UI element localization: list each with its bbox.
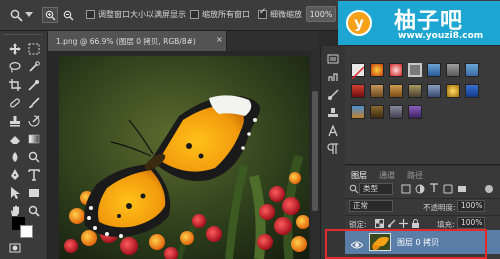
tab-layers[interactable]: 图层	[351, 170, 367, 181]
filter-type-icon[interactable]	[429, 183, 439, 195]
close-icon[interactable]: ×	[216, 35, 223, 44]
document-canvas[interactable]	[59, 56, 309, 259]
style-swatch-18[interactable]	[408, 105, 422, 119]
adjustments-styles-panel	[345, 46, 500, 165]
quick-mask-icon[interactable]	[8, 241, 22, 255]
zoom-in-icon[interactable]	[42, 7, 58, 23]
magnifier-icon[interactable]	[8, 7, 24, 23]
filter-pixel-icon[interactable]	[401, 184, 411, 194]
zoom-100-button[interactable]: 100%	[306, 6, 336, 22]
zoom-all-windows-label: 缩放所有窗口	[202, 10, 250, 19]
toolbox-grip[interactable]	[4, 34, 42, 38]
eyedropper-tool-icon[interactable]	[27, 78, 41, 92]
opacity-label: 不透明度:	[423, 203, 456, 212]
type-tool-icon[interactable]	[27, 168, 41, 182]
background-color-swatch[interactable]	[20, 225, 33, 238]
pen-tool-icon[interactable]	[8, 168, 22, 182]
shape-tool-icon[interactable]	[27, 186, 41, 200]
style-swatch-17[interactable]	[389, 105, 403, 119]
butterfly-photo	[59, 56, 309, 259]
highlight-annotation	[325, 229, 487, 259]
zoom-tool-icon[interactable]	[27, 204, 41, 218]
toolbox	[0, 31, 48, 259]
canvas-vertical-scrollbar[interactable]	[311, 51, 319, 259]
resize-windows-label: 调整窗口大小以满屏显示	[98, 10, 186, 19]
brush-panel-icon[interactable]	[326, 88, 340, 102]
collapsed-panel-dock	[320, 46, 346, 259]
dodge-tool-icon[interactable]	[27, 150, 41, 164]
filter-adjustment-icon[interactable]	[415, 184, 425, 194]
blend-mode-row: 正常 不透明度: 100%	[345, 198, 500, 216]
style-swatch-4[interactable]	[408, 63, 422, 77]
filter-kind-select[interactable]: 类型	[359, 183, 393, 195]
quick-select-tool-icon[interactable]	[27, 60, 41, 74]
opacity-input[interactable]: 100%	[457, 200, 485, 212]
style-swatch-2[interactable]	[370, 63, 384, 77]
style-swatch-15[interactable]	[351, 105, 365, 119]
document-tab-bar: 1.png @ 66.9% (图层 0 拷贝, RGB/8#) ×	[48, 31, 318, 51]
scrubby-zoom-label: 细微缩放	[270, 10, 302, 19]
move-tool-icon[interactable]	[8, 42, 22, 56]
gradient-tool-icon[interactable]	[27, 132, 41, 146]
resize-windows-checkbox[interactable]	[86, 10, 95, 19]
lasso-tool-icon[interactable]	[8, 60, 22, 74]
style-swatch-14[interactable]	[465, 84, 479, 98]
path-select-tool-icon[interactable]	[8, 186, 22, 200]
filter-shape-icon[interactable]	[443, 184, 453, 196]
style-swatch-5[interactable]	[427, 63, 441, 77]
style-swatch-12[interactable]	[427, 84, 441, 98]
history-panel-icon[interactable]	[326, 52, 340, 66]
marquee-tool-icon[interactable]	[27, 42, 41, 56]
logo-badge: y	[346, 10, 372, 36]
style-swatch-10[interactable]	[389, 84, 403, 98]
style-swatch-7[interactable]	[465, 63, 479, 77]
filter-kind-icon	[349, 184, 359, 196]
logo-url: www.youzi8.com	[398, 31, 484, 41]
style-swatch-11[interactable]	[408, 84, 422, 98]
filter-toggle-icon[interactable]	[485, 185, 493, 193]
clone-stamp-tool-icon[interactable]	[8, 114, 22, 128]
filter-smart-object-icon[interactable]	[457, 184, 467, 196]
style-swatch-8[interactable]	[351, 84, 365, 98]
blur-tool-icon[interactable]	[8, 150, 22, 164]
document-tab-title: 1.png @ 66.9% (图层 0 拷贝, RGB/8#)	[56, 37, 196, 46]
eraser-tool-icon[interactable]	[8, 132, 22, 146]
tab-paths[interactable]: 路径	[407, 170, 423, 181]
character-panel-icon[interactable]	[326, 124, 340, 138]
style-swatch-3[interactable]	[389, 63, 403, 77]
scrubby-zoom-checkbox[interactable]	[258, 7, 267, 19]
right-panels: 图层 通道 路径 类型 正常 不透明度: 100% 锁定: 填充: 100% 图…	[345, 46, 500, 259]
document-tab[interactable]: 1.png @ 66.9% (图层 0 拷贝, RGB/8#) ×	[48, 31, 227, 51]
scrollbar-thumb[interactable]	[312, 91, 318, 211]
brush-tool-icon[interactable]	[27, 96, 41, 110]
fill-input[interactable]: 100%	[457, 217, 485, 229]
zoom-dropdown-icon[interactable]	[24, 7, 34, 23]
healing-brush-tool-icon[interactable]	[8, 96, 22, 110]
zoom-all-windows-checkbox[interactable]	[190, 10, 199, 19]
style-swatch-13[interactable]	[446, 84, 460, 98]
properties-panel-icon[interactable]	[326, 70, 340, 84]
hand-tool-icon[interactable]	[8, 204, 22, 218]
style-swatch-16[interactable]	[370, 105, 384, 119]
style-swatch-6[interactable]	[446, 63, 460, 77]
crop-tool-icon[interactable]	[8, 78, 22, 92]
clone-source-panel-icon[interactable]	[326, 106, 340, 120]
layers-filter-row: 类型	[345, 181, 500, 199]
zoom-out-icon[interactable]	[60, 7, 76, 23]
history-brush-tool-icon[interactable]	[27, 114, 41, 128]
blend-mode-select[interactable]: 正常	[349, 200, 393, 212]
no-style-swatch[interactable]	[351, 63, 365, 80]
paragraph-panel-icon[interactable]	[326, 142, 340, 156]
site-logo: y 柚子吧 www.youzi8.com	[338, 1, 500, 45]
style-swatch-9[interactable]	[370, 84, 384, 98]
tab-channels[interactable]: 通道	[379, 170, 395, 181]
